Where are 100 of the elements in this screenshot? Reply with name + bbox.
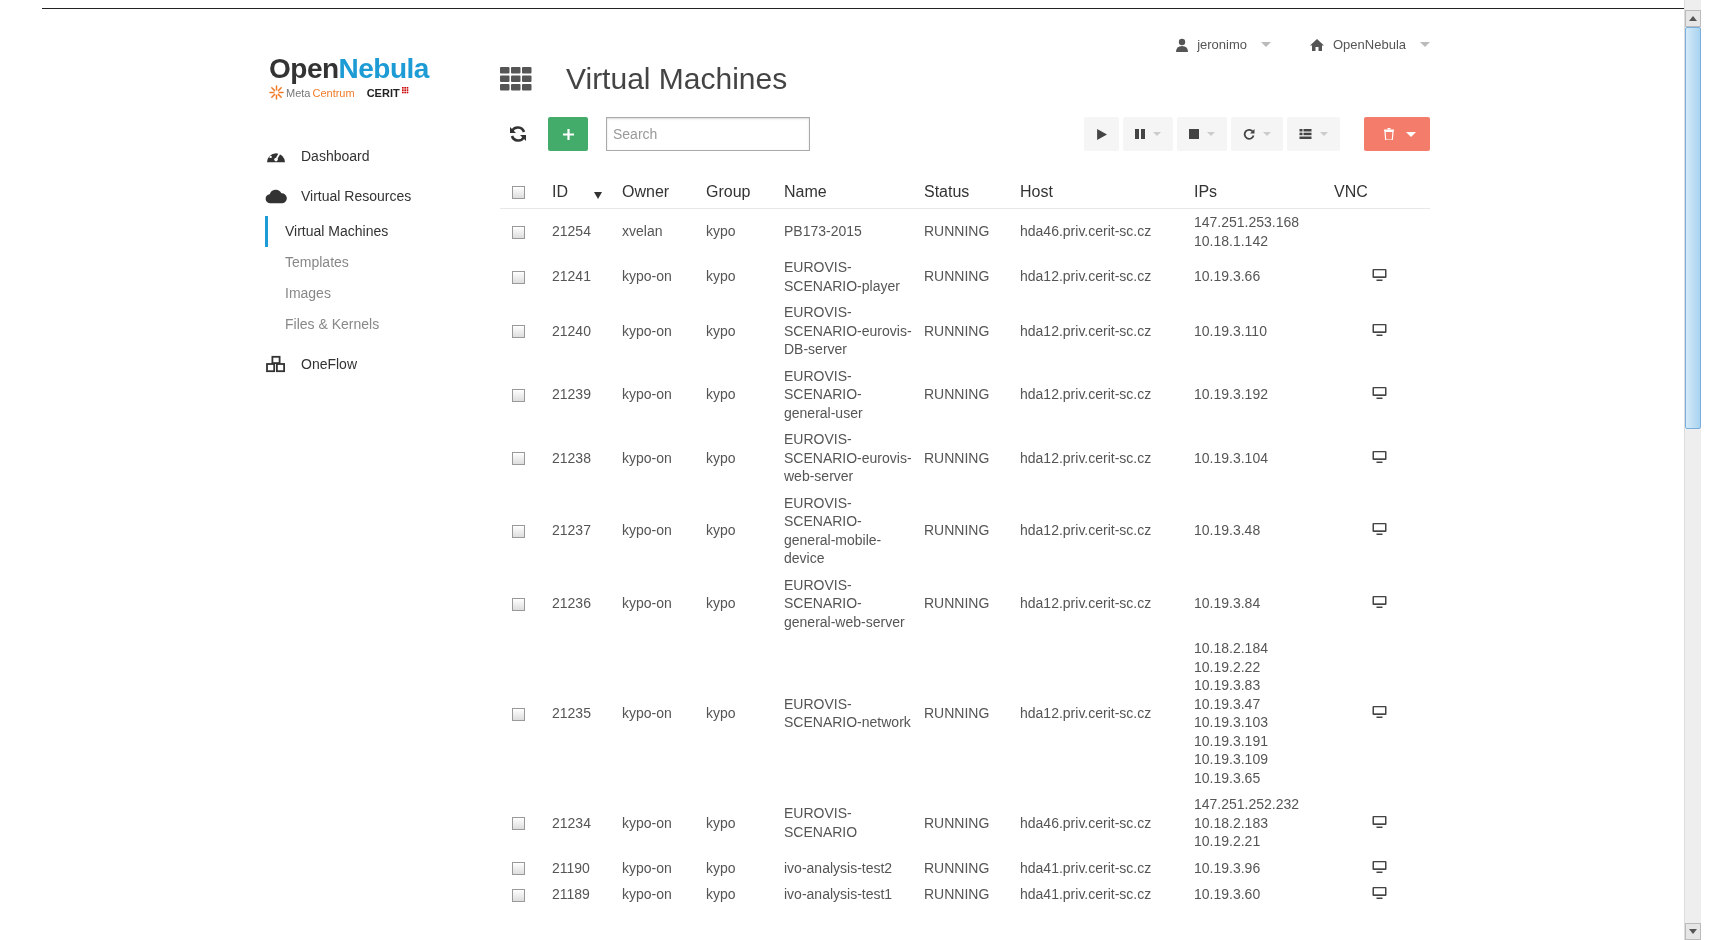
search-field[interactable]: Search xyxy=(606,117,810,151)
ip-address: 10.19.3.191 xyxy=(1194,731,1269,750)
table-cell-text: kypo xyxy=(705,813,737,833)
sidebar-subitem[interactable]: Images xyxy=(265,278,500,309)
row-checkbox[interactable] xyxy=(512,271,525,285)
table-cell-text: kypo-on xyxy=(621,321,673,341)
monitor-icon[interactable] xyxy=(1371,387,1387,399)
sidebar-subitem[interactable]: Templates xyxy=(265,247,500,278)
monitor-icon[interactable] xyxy=(1371,705,1387,718)
zone-menu[interactable]: OpenNebula xyxy=(1309,37,1430,52)
row-checkbox[interactable] xyxy=(512,862,525,876)
sort-icon xyxy=(594,191,602,199)
reload-icon xyxy=(1243,128,1255,140)
monitor-icon[interactable] xyxy=(1371,887,1387,899)
sidebar-item[interactable]: Virtual Resources xyxy=(265,176,500,216)
sidebar-subitem[interactable]: Virtual Machines xyxy=(265,216,500,247)
sidebar-item[interactable]: Dashboard xyxy=(265,136,500,176)
table-cell-text: RUNNING xyxy=(923,703,991,723)
monitor-icon[interactable] xyxy=(1371,450,1387,463)
ip-address: 10.18.1.142 xyxy=(1194,231,1269,250)
monitor-icon[interactable] xyxy=(1371,815,1387,828)
ip-address: 10.19.3.192 xyxy=(1194,385,1269,404)
table-cell-text: EUROVIS-SCENARIO-eurovis-web-server xyxy=(783,430,913,486)
table-cell-text: kypo xyxy=(705,521,737,541)
table-cell: RUNNING xyxy=(918,208,1014,254)
table-cell-text: 21236 xyxy=(551,594,592,613)
ip-address: 10.19.3.65 xyxy=(1194,768,1262,787)
table-cell-text: RUNNING xyxy=(923,594,991,613)
page-title: Virtual Machines xyxy=(566,62,788,96)
row-checkbox[interactable] xyxy=(512,817,525,831)
list-button[interactable] xyxy=(1287,117,1340,151)
table-cell-text: RUNNING xyxy=(923,521,991,541)
table-cell-text: hda12.priv.cerit-sc.cz xyxy=(1019,594,1153,613)
refresh-icon[interactable] xyxy=(508,124,528,144)
column-header[interactable]: Host xyxy=(1014,176,1188,209)
monitor-icon[interactable] xyxy=(1371,323,1387,336)
select-all-checkbox[interactable] xyxy=(512,186,525,200)
table-cell-text: 21190 xyxy=(551,858,591,878)
user-menu[interactable]: jeronimo xyxy=(1175,37,1271,52)
table-cell-text: kypo-on xyxy=(621,448,673,468)
ip-address: 10.19.3.83 xyxy=(1194,676,1262,695)
column-header[interactable]: Status xyxy=(918,176,1014,209)
play-button[interactable] xyxy=(1084,117,1119,151)
sidebar-subitem[interactable]: Files & Kernels xyxy=(265,309,500,340)
ip-address: 10.19.3.60 xyxy=(1194,885,1262,904)
column-header[interactable]: Group xyxy=(700,176,778,209)
table-cell-text: kypo xyxy=(705,885,737,904)
row-checkbox[interactable] xyxy=(512,325,525,339)
ip-address: 147.251.253.168 xyxy=(1194,213,1301,232)
table-cell: kypo xyxy=(700,208,778,254)
row-checkbox[interactable] xyxy=(512,226,525,240)
table-cell-text: EUROVIS-SCENARIO-general-mobile-device xyxy=(783,493,883,568)
ip-address: 10.19.2.22 xyxy=(1194,657,1262,676)
caret-icon xyxy=(1420,42,1430,47)
scrollbar[interactable] xyxy=(1684,0,1701,940)
table-cell-text: RUNNING xyxy=(923,448,991,468)
plus-icon xyxy=(562,128,574,140)
row-checkbox[interactable] xyxy=(512,707,525,721)
table-cell-text: 21237 xyxy=(551,521,592,541)
stop-button[interactable] xyxy=(1177,117,1227,151)
cubes-icon xyxy=(265,355,287,373)
column-header[interactable]: ID xyxy=(546,176,616,209)
table-cell-text: hda12.priv.cerit-sc.cz xyxy=(1019,703,1153,723)
table-cell-text: hda12.priv.cerit-sc.cz xyxy=(1019,321,1153,341)
scroll-thumb[interactable] xyxy=(1685,27,1701,429)
table-cell-text: 21235 xyxy=(551,703,592,723)
monitor-icon[interactable] xyxy=(1371,596,1387,608)
delete-button[interactable] xyxy=(1364,117,1430,151)
table-cell-text: kypo xyxy=(705,385,737,404)
ip-address: 10.19.3.104 xyxy=(1194,448,1269,467)
column-header[interactable]: Owner xyxy=(616,176,700,209)
monitor-icon[interactable] xyxy=(1371,269,1387,282)
sidebar-item[interactable]: OneFlow xyxy=(265,344,500,384)
table-cell-text: hda12.priv.cerit-sc.cz xyxy=(1019,448,1153,468)
row-checkbox[interactable] xyxy=(512,525,525,539)
table-cell-text: 21234 xyxy=(551,813,592,833)
table-cell-text: kypo xyxy=(705,703,737,723)
reboot-button[interactable] xyxy=(1231,117,1283,151)
table-cell: hda46.priv.cerit-sc.cz xyxy=(1014,208,1188,254)
table-cell-text: RUNNING xyxy=(923,321,991,341)
pause-button[interactable] xyxy=(1123,117,1173,151)
row-checkbox[interactable] xyxy=(512,452,525,466)
column-header[interactable]: Name xyxy=(778,176,918,209)
caret-icon xyxy=(1261,42,1271,47)
monitor-icon[interactable] xyxy=(1371,523,1387,536)
ip-address: 10.18.2.183 xyxy=(1194,813,1269,832)
table-cell: xvelan xyxy=(616,208,700,254)
table-cell-text: EUROVIS-SCENARIO-player xyxy=(783,258,901,296)
row-checkbox[interactable] xyxy=(512,888,525,902)
table-cell-text: RUNNING xyxy=(923,813,991,833)
table-cell-text: RUNNING xyxy=(923,385,991,404)
row-checkbox[interactable] xyxy=(512,597,525,611)
ip-address: 10.19.3.96 xyxy=(1194,858,1262,877)
row-checkbox[interactable] xyxy=(512,388,525,402)
ip-address: 147.251.252.232 xyxy=(1194,795,1301,814)
column-header[interactable]: IPs xyxy=(1188,176,1328,209)
monitor-icon[interactable] xyxy=(1371,860,1387,873)
cloud-icon xyxy=(265,187,287,205)
column-header[interactable]: VNC xyxy=(1328,176,1430,209)
table-cell-text: hda41.priv.cerit-sc.cz xyxy=(1019,858,1153,878)
